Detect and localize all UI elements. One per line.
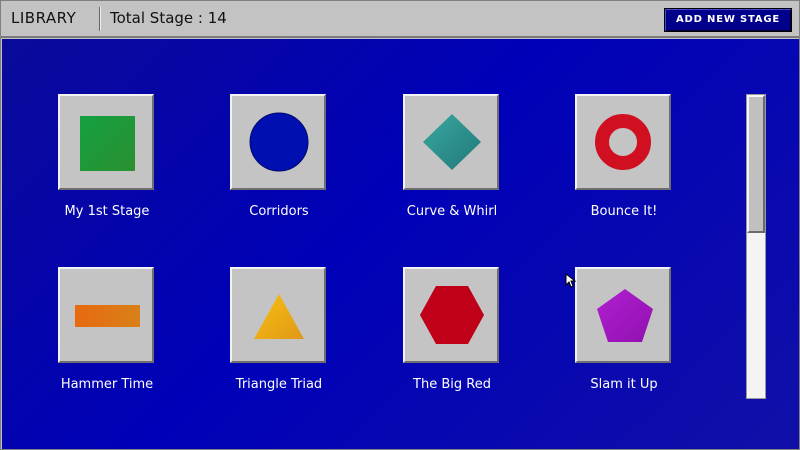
teal-diamond-icon [423,114,481,170]
stage-grid: My 1st Stage Corridors Curve & Whirl Bou… [2,39,799,449]
red-hexagon-icon [420,286,484,344]
add-new-stage-button[interactable]: ADD NEW STAGE [664,8,792,32]
stage-label: Bounce It! [590,204,658,219]
green-square-icon [80,116,135,171]
stage-tile-slam-it-up[interactable] [575,267,671,363]
library-title: LIBRARY [11,9,77,27]
stage-label: Triangle Triad [235,377,323,392]
purple-pentagon-icon [597,289,653,342]
library-window: LIBRARY Total Stage : 14 ADD NEW STAGE M… [0,0,800,450]
red-ring-icon [595,114,651,170]
stage-tile-hammer-time[interactable] [58,267,154,363]
header-divider [99,7,101,31]
stage-label: The Big Red [413,377,491,392]
vertical-scrollbar[interactable] [746,94,766,399]
stage-tile-curve-and-whirl[interactable] [403,94,499,190]
mouse-cursor-icon [565,273,577,288]
stage-tile-corridors[interactable] [230,94,326,190]
stage-tile-bounce-it[interactable] [575,94,671,190]
stage-label: Slam it Up [590,377,658,392]
stage-tile-my-1st-stage[interactable] [58,94,154,190]
total-stage-count: Total Stage : 14 [110,9,227,27]
stage-tile-triangle-triad[interactable] [230,267,326,363]
orange-rectangle-icon [75,305,140,327]
stage-tile-the-big-red[interactable] [403,267,499,363]
blue-circle-icon [249,112,309,172]
yellow-triangle-icon [254,294,304,339]
stage-label: Curve & Whirl [406,204,498,219]
stage-label: Corridors [249,204,309,219]
header-bar: LIBRARY Total Stage : 14 ADD NEW STAGE [1,1,799,38]
scrollbar-thumb[interactable] [747,95,765,233]
stage-label: My 1st Stage [64,204,150,219]
stage-label: Hammer Time [60,377,154,392]
